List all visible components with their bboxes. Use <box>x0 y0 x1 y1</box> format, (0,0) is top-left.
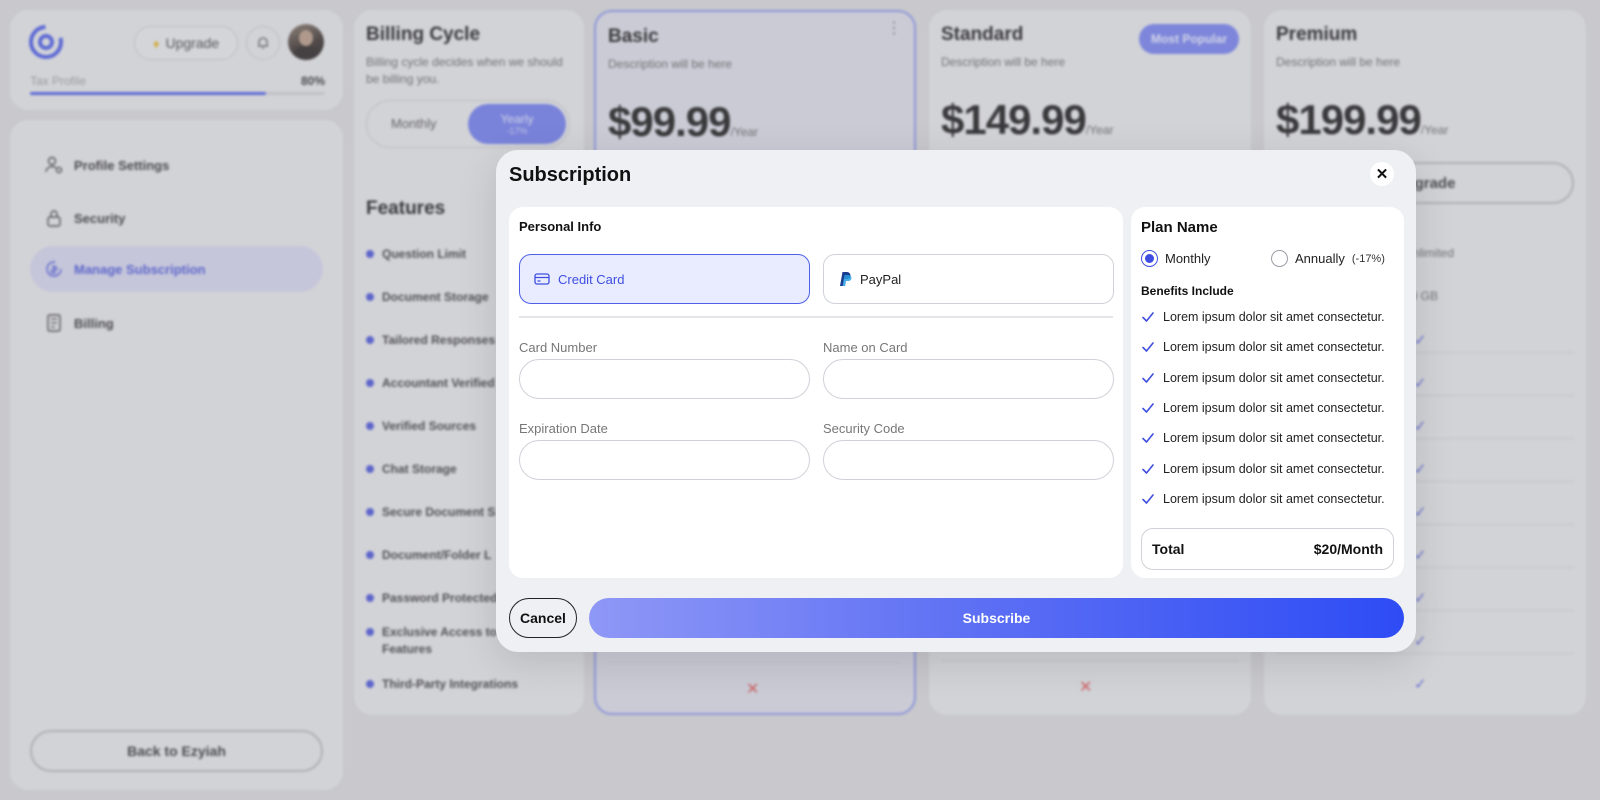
close-button[interactable]: ✕ <box>1370 162 1394 186</box>
check-icon <box>1142 433 1154 443</box>
card-number-input[interactable] <box>519 359 810 399</box>
benefit-label: Lorem ipsum dolor sit amet consectetur. <box>1163 431 1385 446</box>
benefit-item: Lorem ipsum dolor sit amet consectetur. <box>1141 340 1385 354</box>
benefit-item: Lorem ipsum dolor sit amet consectetur. <box>1141 401 1385 415</box>
benefit-item: Lorem ipsum dolor sit amet consectetur. <box>1141 431 1385 445</box>
benefit-label: Lorem ipsum dolor sit amet consectetur. <box>1163 461 1385 476</box>
card-number-label: Card Number <box>519 340 598 355</box>
benefit-label: Lorem ipsum dolor sit amet consectetur. <box>1163 400 1385 415</box>
check-icon <box>1142 403 1154 413</box>
total-label: Total <box>1152 541 1185 557</box>
subscribe-button[interactable]: Subscribe <box>589 598 1404 638</box>
annually-radio[interactable]: Annually (-17%) <box>1271 250 1385 267</box>
check-icon <box>1142 463 1154 474</box>
benefit-item: Lorem ipsum dolor sit amet consectetur. <box>1141 371 1385 385</box>
total-value: $20/Month <box>1313 541 1383 557</box>
check-icon <box>1142 342 1154 353</box>
annually-radio-label: Annually <box>1295 251 1345 266</box>
expiration-date-label: Expiration Date <box>519 421 608 436</box>
radio-unselected-icon <box>1271 250 1288 267</box>
credit-card-option[interactable]: Credit Card <box>519 254 810 304</box>
paypal-option[interactable]: PayPal <box>823 254 1114 304</box>
security-code-label: Security Code <box>823 421 905 436</box>
payment-panel: Personal Info Credit Card PayPal Card Nu… <box>509 207 1123 578</box>
check-icon <box>1142 372 1154 383</box>
paypal-label: PayPal <box>860 271 902 287</box>
benefit-label: Lorem ipsum dolor sit amet consectetur. <box>1163 370 1385 385</box>
benefit-label: Lorem ipsum dolor sit amet consectetur. <box>1163 340 1385 355</box>
personal-info-title: Personal Info <box>519 219 602 234</box>
benefit-label: Lorem ipsum dolor sit amet consectetur. <box>1163 310 1385 324</box>
benefits-title: Benefits Include <box>1141 284 1234 298</box>
name-on-card-input[interactable] <box>823 359 1114 399</box>
plan-name-title: Plan Name <box>1141 219 1218 236</box>
credit-card-icon <box>534 273 550 285</box>
benefit-label: Lorem ipsum dolor sit amet consectetur. <box>1163 491 1385 506</box>
modal-title: Subscription <box>509 164 632 186</box>
radio-selected-icon <box>1141 250 1158 267</box>
divider <box>519 316 1113 318</box>
credit-card-label: Credit Card <box>558 271 625 287</box>
annually-discount: (-17%) <box>1351 252 1385 265</box>
paypal-icon <box>840 272 852 286</box>
monthly-radio-label: Monthly <box>1165 251 1211 266</box>
subscription-modal: Subscription ✕ Personal Info Credit Card… <box>496 150 1416 652</box>
benefit-item: Lorem ipsum dolor sit amet consectetur. <box>1141 462 1385 476</box>
plan-summary-panel: Plan Name Monthly Annually (-17%) Benefi… <box>1131 207 1404 578</box>
check-icon <box>1142 312 1154 322</box>
benefit-item: Lorem ipsum dolor sit amet consectetur. <box>1141 492 1385 506</box>
total-box: Total $20/Month <box>1141 528 1394 570</box>
cancel-button[interactable]: Cancel <box>509 598 577 638</box>
close-icon: ✕ <box>1375 166 1389 183</box>
check-icon <box>1142 493 1154 504</box>
benefit-item: Lorem ipsum dolor sit amet consectetur. <box>1141 310 1385 324</box>
monthly-radio[interactable]: Monthly <box>1141 250 1211 267</box>
security-code-input[interactable] <box>823 440 1114 480</box>
expiration-date-input[interactable] <box>519 440 810 480</box>
name-on-card-label: Name on Card <box>823 340 908 355</box>
